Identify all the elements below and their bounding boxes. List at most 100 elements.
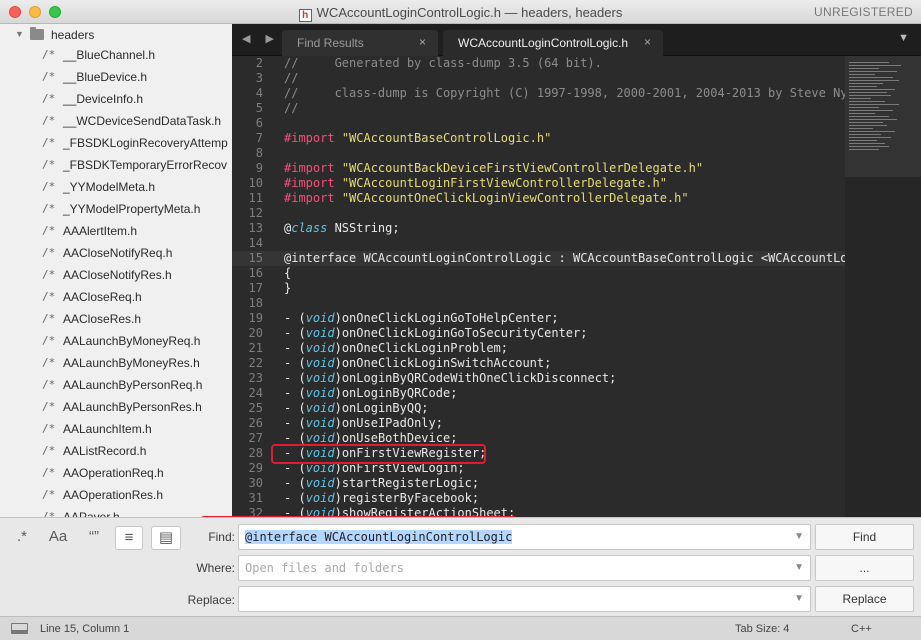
code-text: - (void)onFirstViewRegister; <box>284 446 487 460</box>
line-number: 15 <box>248 251 263 265</box>
code-line[interactable]: 4 // class-dump is Copyright (C) 1997-199… <box>232 86 845 101</box>
where-input[interactable]: Open files and folders ▼ <box>238 555 811 581</box>
minimap-line <box>849 104 899 105</box>
code-line[interactable]: 30 - (void)startRegisterLogic; <box>232 476 845 491</box>
where-options-button[interactable]: ... <box>815 555 914 581</box>
code-line[interactable]: 5 // <box>232 101 845 116</box>
code-editor[interactable]: 2 // Generated by class-dump 3.5 (64 bit)… <box>232 56 845 517</box>
minimap-line <box>849 110 893 111</box>
source-file-icon: /* <box>42 158 56 171</box>
close-tab-icon[interactable]: × <box>644 35 651 49</box>
find-replace-panel: .* Aa “” ≡ ▤ Find: @interface WCAccountL… <box>0 517 921 616</box>
code-line[interactable]: 26 - (void)onUseIPadOnly; <box>232 416 845 431</box>
code-line[interactable]: 23 - (void)onLoginByQRCodeWithOneClickDis… <box>232 371 845 386</box>
sidebar-folder-headers[interactable]: ▼ headers <box>0 24 232 46</box>
code-line[interactable]: 2 // Generated by class-dump 3.5 (64 bit)… <box>232 56 845 71</box>
sidebar-file-item[interactable]: /* _YYModelPropertyMeta.h <box>0 198 232 220</box>
header-file-icon: h <box>298 9 312 22</box>
code-line[interactable]: 18 <box>232 296 845 311</box>
file-name: _FBSDKTemporaryErrorRecov <box>63 158 228 172</box>
sidebar-file-item[interactable]: /* AALaunchByPersonReq.h <box>0 374 232 396</box>
code-line[interactable]: 32 - (void)showRegisterActionSheet; <box>232 506 845 517</box>
tab-size-selector[interactable]: Tab Size: 4 <box>735 623 789 635</box>
file-name: AAAlertItem.h <box>63 224 138 238</box>
code-line[interactable]: 13 @class NSString; <box>232 221 845 236</box>
line-number: 2 <box>255 56 263 70</box>
sidebar-file-item[interactable]: /* AAPayer.h <box>0 506 232 517</box>
where-dropdown-icon[interactable]: ▼ <box>794 562 804 573</box>
code-line[interactable]: 29 - (void)onFirstViewLogin; <box>232 461 845 476</box>
code-line[interactable]: 16 { <box>232 266 845 281</box>
find-input[interactable]: @interface WCAccountLoginControlLogic ▼ <box>238 524 811 550</box>
code-line[interactable]: 6 <box>232 116 845 131</box>
code-text: - (void)onUseBothDevice; <box>284 431 458 445</box>
code-line[interactable]: 7 #import "WCAccountBaseControlLogic.h" <box>232 131 845 146</box>
tab-list-dropdown-icon[interactable]: ▼ <box>898 32 909 44</box>
where-label: Where: <box>196 561 235 575</box>
sidebar-file-item[interactable]: /* AAOperationRes.h <box>0 484 232 506</box>
disclosure-triangle-icon[interactable]: ▼ <box>15 29 24 39</box>
code-line[interactable]: 12 <box>232 206 845 221</box>
sidebar-file-item[interactable]: /* _FBSDKLoginRecoveryAttemp <box>0 132 232 154</box>
minimap-line <box>849 95 891 96</box>
sidebar-file-item[interactable]: /* AALaunchByPersonRes.h <box>0 396 232 418</box>
replace-history-dropdown-icon[interactable]: ▼ <box>794 593 804 604</box>
minimap[interactable] <box>845 56 921 517</box>
code-line[interactable]: 31 - (void)registerByFacebook; <box>232 491 845 506</box>
sidebar-file-item[interactable]: /* AACloseNotifyRes.h <box>0 264 232 286</box>
sidebar-file-item[interactable]: /* AACloseReq.h <box>0 286 232 308</box>
sidebar-file-item[interactable]: /* __WCDeviceSendDataTask.h <box>0 110 232 132</box>
code-line[interactable]: 9 #import "WCAccountBackDeviceFirstViewCo… <box>232 161 845 176</box>
file-name: AACloseNotifyReq.h <box>63 246 173 260</box>
sidebar-file-item[interactable]: /* AACloseNotifyReq.h <box>0 242 232 264</box>
replace-button[interactable]: Replace <box>815 586 914 612</box>
syntax-selector[interactable]: C++ <box>851 623 872 635</box>
file-name: AAListRecord.h <box>63 444 147 458</box>
sidebar-file-item[interactable]: /* AALaunchItem.h <box>0 418 232 440</box>
close-tab-icon[interactable]: × <box>419 35 426 49</box>
code-line[interactable]: 14 <box>232 236 845 251</box>
code-line[interactable]: 10 #import "WCAccountLoginFirstViewContro… <box>232 176 845 191</box>
code-line[interactable]: 25 - (void)onLoginByQQ; <box>232 401 845 416</box>
sidebar-file-item[interactable]: /* AAListRecord.h <box>0 440 232 462</box>
code-line[interactable]: 22 - (void)onOneClickLoginSwitchAccount; <box>232 356 845 371</box>
code-line[interactable]: 19 - (void)onOneClickLoginGoToHelpCenter; <box>232 311 845 326</box>
code-line[interactable]: 3 // <box>232 71 845 86</box>
minimap-line <box>849 116 889 117</box>
tab-find-results[interactable]: Find Results × <box>282 30 438 56</box>
sidebar-file-item[interactable]: /* __BlueDevice.h <box>0 66 232 88</box>
source-file-icon: /* <box>42 334 56 347</box>
sidebar-file-item[interactable]: /* _FBSDKTemporaryErrorRecov <box>0 154 232 176</box>
line-number: 20 <box>248 326 263 340</box>
minimap-line <box>849 101 885 102</box>
sidebar-file-item[interactable]: /* __BlueChannel.h <box>0 44 232 66</box>
code-line[interactable]: 20 - (void)onOneClickLoginGoToSecurityCen… <box>232 326 845 341</box>
sidebar-file-item[interactable]: /* AAAlertItem.h <box>0 220 232 242</box>
sidebar-file-item[interactable]: /* AALaunchByMoneyRes.h <box>0 352 232 374</box>
minimap-line <box>849 131 895 132</box>
panel-toggle-icon[interactable] <box>11 623 28 634</box>
tab-navigation-arrows-icon[interactable]: ◀ ▶ <box>242 32 280 45</box>
code-line[interactable]: 28 - (void)onFirstViewRegister; <box>232 446 845 461</box>
sidebar-file-item[interactable]: /* AAOperationReq.h <box>0 462 232 484</box>
code-text: // class-dump is Copyright (C) 1997-1998… <box>284 86 845 100</box>
code-line[interactable]: 21 - (void)onOneClickLoginProblem; <box>232 341 845 356</box>
code-line[interactable]: 15 @interface WCAccountLoginControlLogic … <box>232 251 845 266</box>
code-line[interactable]: 8 <box>232 146 845 161</box>
source-file-icon: /* <box>42 180 56 193</box>
find-history-dropdown-icon[interactable]: ▼ <box>794 531 804 542</box>
sidebar-file-item[interactable]: /* AALaunchByMoneyReq.h <box>0 330 232 352</box>
line-number: 25 <box>248 401 263 415</box>
code-line[interactable]: 27 - (void)onUseBothDevice; <box>232 431 845 446</box>
source-file-icon: /* <box>42 510 56 517</box>
sidebar-file-item[interactable]: /* __DeviceInfo.h <box>0 88 232 110</box>
code-line[interactable]: 17} <box>232 281 845 296</box>
code-line[interactable]: 24 - (void)onLoginByQRCode; <box>232 386 845 401</box>
source-file-icon: /* <box>42 290 56 303</box>
find-button[interactable]: Find <box>815 524 914 550</box>
tab-wcaccountlogincontrollogic[interactable]: WCAccountLoginControlLogic.h × <box>443 30 663 56</box>
sidebar-file-item[interactable]: /* _YYModelMeta.h <box>0 176 232 198</box>
code-line[interactable]: 11 #import "WCAccountOneClickLoginViewCon… <box>232 191 845 206</box>
sidebar-file-item[interactable]: /* AACloseRes.h <box>0 308 232 330</box>
replace-input[interactable]: ▼ <box>238 586 811 612</box>
